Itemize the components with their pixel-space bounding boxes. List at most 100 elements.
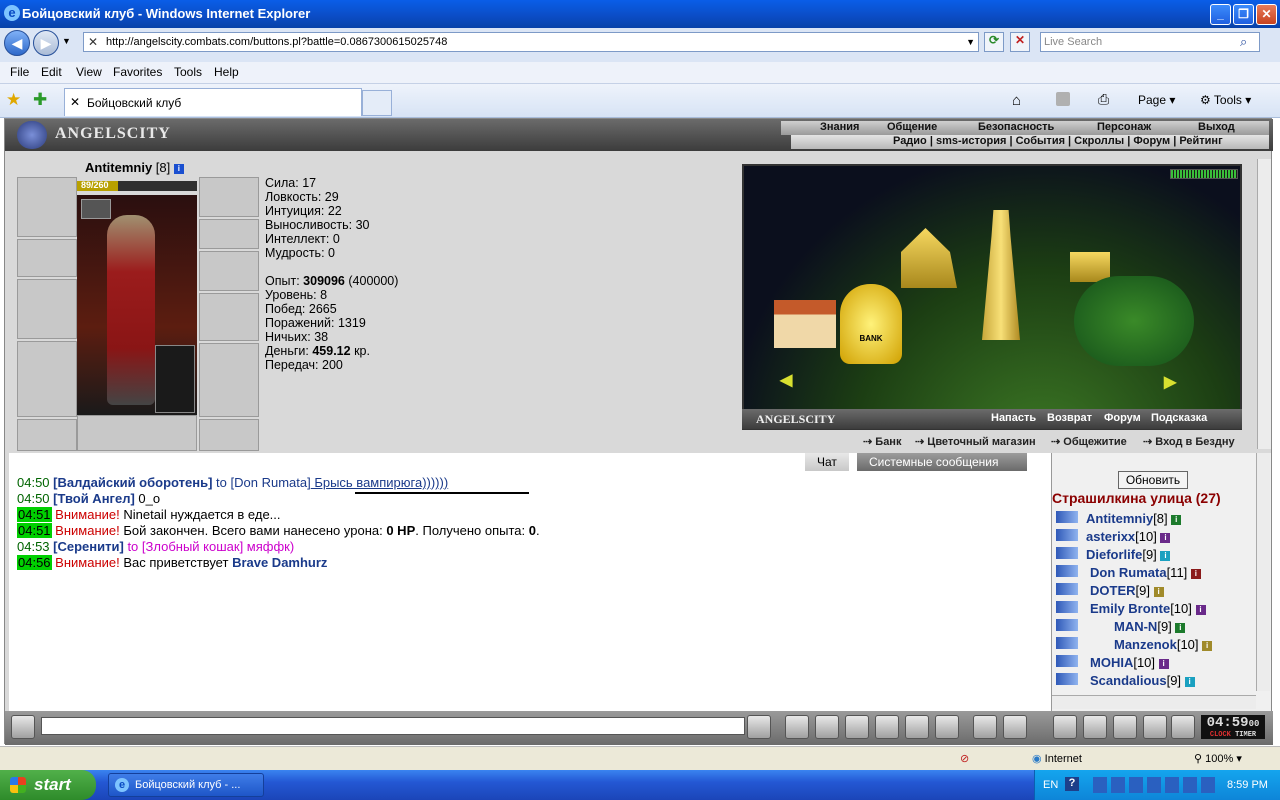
refresh-button[interactable]: Обновить (1118, 471, 1188, 489)
location-abyss[interactable]: ⇢ Вход в Бездну (1143, 435, 1235, 448)
save-icon[interactable] (845, 715, 869, 739)
shield-slot[interactable] (199, 293, 259, 341)
tray-clock[interactable]: 8:59 PM (1227, 779, 1268, 791)
map-link-return[interactable]: Возврат (1047, 412, 1092, 424)
menu-personazh[interactable]: Персонаж (1097, 121, 1151, 135)
chat-sender[interactable]: [Серенити] (53, 539, 124, 554)
history-dropdown-icon[interactable]: ▼ (62, 36, 71, 46)
top-scrollbar[interactable] (1257, 159, 1271, 449)
info-icon[interactable]: i (1153, 586, 1164, 597)
character-nick[interactable]: Antitemniy (85, 160, 152, 175)
filter-icon[interactable] (815, 715, 839, 739)
belt-slot[interactable] (17, 419, 77, 451)
user-entry[interactable]: Dieforlife[9] i (1086, 547, 1171, 562)
chat-sender[interactable]: [Валдайский оборотень] (53, 475, 212, 490)
menu-bezopasnost[interactable]: Безопасность (978, 121, 1054, 135)
bracers-slot[interactable] (17, 239, 77, 277)
chat-recipient[interactable]: [Don Rumata] (231, 475, 311, 490)
map-link-attack[interactable]: Напасть (991, 412, 1036, 424)
location-flower-shop[interactable]: ⇢ Цветочный магазин (915, 435, 1036, 448)
location-dormitory[interactable]: ⇢ Общежитие (1051, 435, 1127, 448)
user-entry[interactable]: MAN-N[9] i (1114, 619, 1186, 634)
fight-icon[interactable] (875, 715, 899, 739)
back-button[interactable]: ◀ (4, 30, 30, 56)
earrings-slot[interactable] (199, 177, 259, 217)
user-entry[interactable]: MOHIA[10] i (1090, 655, 1169, 670)
inventory-icon[interactable] (1053, 715, 1077, 739)
url-field[interactable]: ✕ http://angelscity.combats.com/buttons.… (83, 32, 979, 52)
chat-panel[interactable]: 04:50 [Валдайский оборотень] to [Don Rum… (9, 453, 1051, 711)
info-icon[interactable]: i (1195, 604, 1206, 615)
chat-mode-icon[interactable] (11, 715, 35, 739)
info-icon[interactable]: i (1202, 640, 1213, 651)
sound-icon[interactable] (935, 715, 959, 739)
exit-icon[interactable] (1171, 715, 1195, 739)
info-icon[interactable]: i (173, 163, 184, 174)
lock-icon[interactable] (1143, 715, 1167, 739)
send-icon[interactable] (747, 715, 771, 739)
maximize-button[interactable]: ❐ (1233, 4, 1254, 25)
cathedral-building[interactable] (901, 228, 957, 288)
helmet-slot[interactable] (17, 177, 77, 237)
pet-slot[interactable] (155, 345, 195, 413)
menu-help[interactable]: Help (214, 65, 239, 79)
chat-greeter[interactable]: Brave Damhurz (232, 555, 327, 570)
user-entry[interactable]: Antitemniy[8] i (1086, 511, 1182, 526)
info-icon[interactable]: i (1160, 532, 1171, 543)
menu-vyhod[interactable]: Выход (1198, 121, 1235, 135)
game-submenu[interactable]: Радио | sms-история | События | Скроллы … (893, 135, 1223, 147)
tray-icons[interactable] (1093, 777, 1217, 793)
chat-sender[interactable]: [Твой Ангел] (53, 491, 135, 506)
user-entry[interactable]: Emily Bronte[10] i (1090, 601, 1206, 616)
menu-edit[interactable]: Edit (41, 65, 62, 79)
url-dropdown-icon[interactable]: ▼ (966, 33, 975, 51)
search-input[interactable]: Live Search (1040, 32, 1260, 52)
user-entry[interactable]: DOTER[9] i (1090, 583, 1164, 598)
taskbar-item-ie[interactable]: e Бойцовский клуб - ... (108, 773, 264, 797)
tower-building[interactable] (982, 210, 1020, 340)
user-entry[interactable]: Scandalious[9] i (1090, 673, 1195, 688)
forward-button[interactable]: ▶ (33, 30, 59, 56)
right-arrow-icon[interactable]: ▶ (1164, 372, 1176, 392)
weapon-slot[interactable] (17, 279, 77, 339)
bank-building[interactable]: BANK (840, 284, 902, 364)
effect-icon[interactable] (81, 199, 111, 219)
boots-slot[interactable] (199, 419, 259, 451)
armor-slot[interactable] (17, 341, 77, 417)
tab-chat[interactable]: Чат (805, 453, 849, 471)
minimize-button[interactable]: _ (1210, 4, 1231, 25)
amulet-slot[interactable] (199, 219, 259, 249)
clear-icon[interactable] (785, 715, 809, 739)
menu-tools[interactable]: Tools (174, 65, 202, 79)
add-favorite-icon[interactable]: ✚ (33, 90, 47, 110)
browser-tab[interactable]: ✕ Бойцовский клуб (64, 88, 362, 116)
scroll-icon[interactable] (1083, 715, 1107, 739)
zoom-control[interactable]: ⚲ 100% ▾ (1194, 752, 1242, 765)
stop-icon[interactable]: ✕ (1010, 32, 1030, 52)
character-portrait[interactable] (77, 195, 197, 415)
help-icon[interactable]: ? (1065, 777, 1079, 791)
info-icon[interactable]: i (1171, 514, 1182, 525)
menu-znaniya[interactable]: Знания (820, 121, 859, 135)
location-bank[interactable]: ⇢ Банк (863, 435, 901, 448)
smiley-icon[interactable] (973, 715, 997, 739)
language-indicator[interactable]: EN (1043, 779, 1058, 791)
menu-obshchenie[interactable]: Общение (887, 121, 937, 135)
translit-icon[interactable] (905, 715, 929, 739)
start-button[interactable]: start (0, 770, 96, 800)
timer-label[interactable]: TIMER (1235, 731, 1256, 739)
greaves-slot[interactable] (199, 343, 259, 417)
tools-menu[interactable]: ⚙ Tools ▾ (1200, 93, 1251, 107)
info-icon[interactable]: i (1160, 550, 1171, 561)
menu-file[interactable]: File (10, 65, 29, 79)
helmet-icon[interactable] (1003, 715, 1027, 739)
map-link-hint[interactable]: Подсказка (1151, 412, 1207, 424)
map-link-forum[interactable]: Форум (1104, 412, 1141, 424)
user-entry[interactable]: Don Rumata[11] i (1090, 565, 1201, 580)
chat-input[interactable] (41, 717, 745, 735)
online-vscrollbar[interactable] (1256, 453, 1270, 691)
info-icon[interactable]: i (1184, 676, 1195, 687)
info-icon[interactable]: i (1158, 658, 1169, 669)
user-entry[interactable]: asterixx[10] i (1086, 529, 1171, 544)
user-entry[interactable]: Manzenok[10] i (1114, 637, 1213, 652)
